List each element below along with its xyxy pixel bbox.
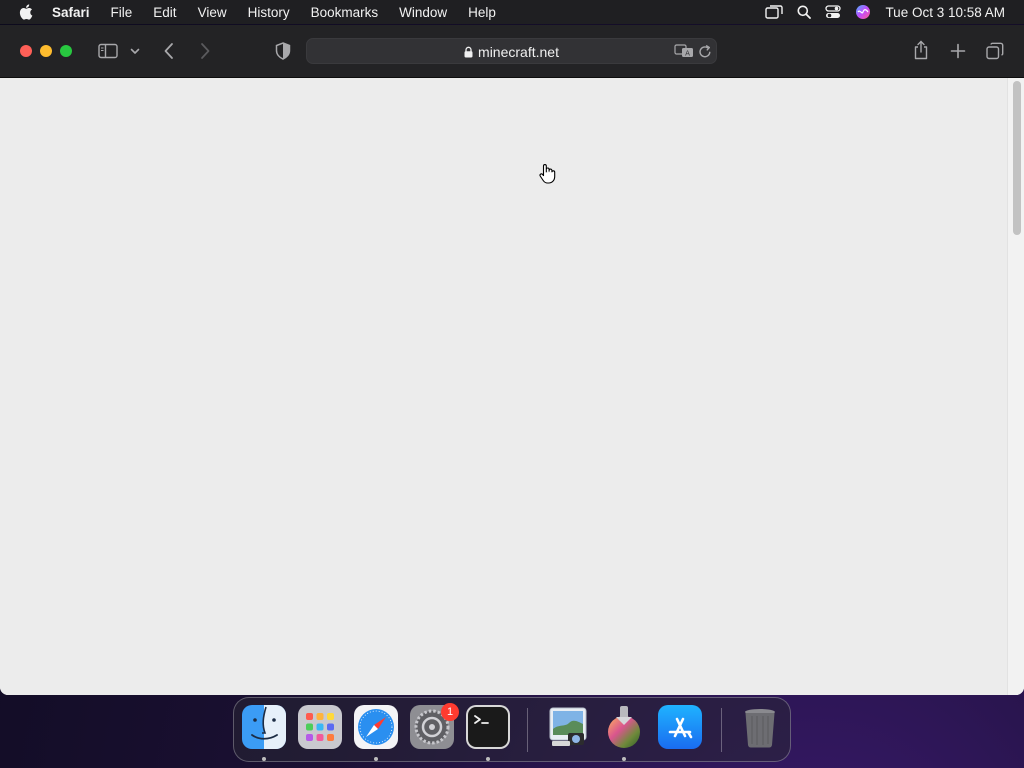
dock-preview-icon[interactable] [546, 705, 590, 749]
chevron-down-icon[interactable] [129, 45, 141, 57]
safari-window: minecraft.net A [0, 25, 1024, 695]
dock-running-indicator [374, 757, 378, 761]
privacy-shield-icon[interactable] [273, 41, 293, 61]
page-scrollbar-thumb[interactable] [1013, 81, 1021, 235]
menu-history[interactable]: History [248, 5, 290, 20]
dock: 1 [233, 697, 791, 762]
menu-window[interactable]: Window [399, 5, 447, 20]
dock-app-store-icon[interactable] [658, 705, 702, 749]
share-icon[interactable] [911, 39, 931, 61]
dock-running-indicator [486, 757, 490, 761]
window-close-button[interactable] [20, 45, 32, 57]
apple-logo-icon[interactable] [18, 3, 36, 21]
siri-icon[interactable] [855, 4, 871, 20]
sidebar-icon[interactable] [96, 41, 120, 61]
web-content-area[interactable] [0, 78, 1024, 695]
reload-icon[interactable] [697, 43, 713, 61]
translate-icon[interactable]: A [674, 42, 694, 60]
dock-macos-installer-icon[interactable] [602, 705, 646, 749]
new-tab-icon[interactable] [948, 41, 968, 61]
dock-launchpad-icon[interactable] [298, 705, 342, 749]
control-center-icon[interactable] [825, 5, 842, 19]
hand-pointer-cursor-icon [539, 164, 556, 184]
menu-edit[interactable]: Edit [153, 5, 176, 20]
svg-text:A: A [685, 50, 690, 58]
menu-view[interactable]: View [198, 5, 227, 20]
notification-badge: 1 [441, 703, 459, 721]
menu-help[interactable]: Help [468, 5, 496, 20]
window-zoom-button[interactable] [60, 45, 72, 57]
screen-mirroring-icon[interactable] [765, 5, 784, 19]
window-minimize-button[interactable] [40, 45, 52, 57]
dock-trash-icon[interactable] [738, 705, 782, 749]
dock-separator [721, 708, 722, 752]
dock-terminal-icon[interactable] [466, 705, 510, 749]
spotlight-search-icon[interactable] [797, 5, 812, 19]
menu-bookmarks[interactable]: Bookmarks [311, 5, 379, 20]
dock-safari-icon[interactable] [354, 705, 398, 749]
menu-bar: Safari File Edit View History Bookmarks … [0, 0, 1024, 24]
forward-arrow-icon[interactable] [196, 41, 214, 61]
url-text: minecraft.net [478, 44, 559, 60]
dock-running-indicator [262, 757, 266, 761]
tab-overview-icon[interactable] [985, 41, 1005, 61]
menu-clock[interactable]: Tue Oct 3 10:58 AM [885, 5, 1005, 20]
dock-separator [527, 708, 528, 752]
address-bar-text[interactable]: minecraft.net [307, 44, 716, 60]
browser-toolbar: minecraft.net A [0, 25, 1024, 78]
dock-finder-icon[interactable] [242, 705, 286, 749]
menu-file[interactable]: File [111, 5, 133, 20]
lock-icon [464, 46, 473, 58]
dock-running-indicator [622, 757, 626, 761]
menu-app-name[interactable]: Safari [52, 5, 90, 20]
back-arrow-icon[interactable] [160, 41, 178, 61]
address-bar[interactable]: minecraft.net A [306, 38, 717, 64]
